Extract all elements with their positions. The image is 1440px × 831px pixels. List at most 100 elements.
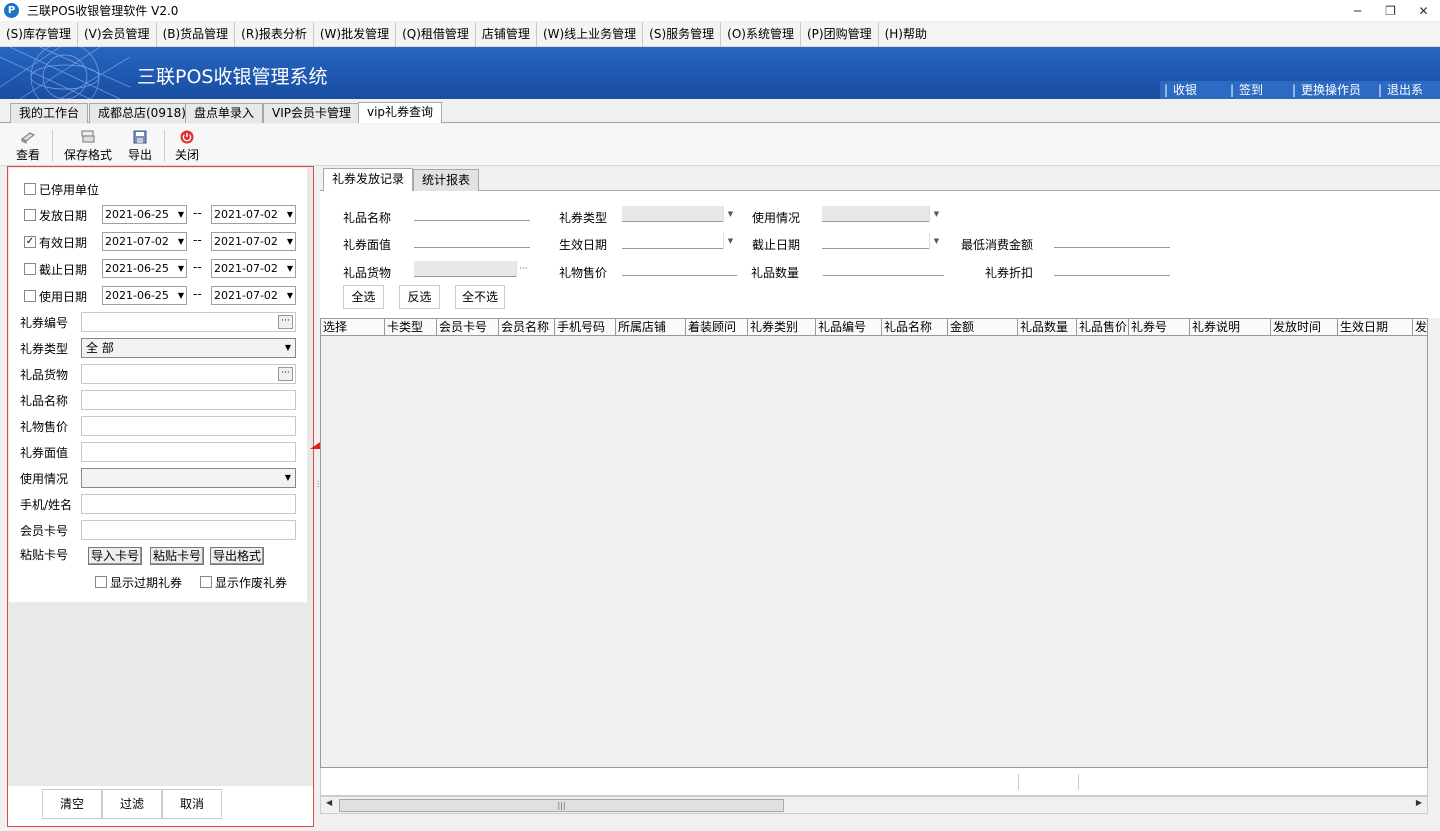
filter-gift-name-input[interactable] [414,207,530,221]
col-store[interactable]: 所属店铺 [616,319,686,335]
tab-chengdu-store[interactable]: 成都总店(0918) [89,103,195,123]
tab-statistics-report[interactable]: 统计报表 [413,169,480,191]
col-gift-qty[interactable]: 礼品数量 [1018,319,1077,335]
coupon-no-lookup-button[interactable]: ··· [278,315,293,329]
horizontal-scrollbar[interactable]: ◀ ||| ▶ [320,796,1428,814]
menu-reports[interactable]: (R)报表分析 [235,21,314,47]
col-member-name[interactable]: 会员名称 [499,319,555,335]
filter-gift-goods-lookup-button[interactable]: ··· [516,261,530,277]
menu-online[interactable]: (W)线上业务管理 [537,21,644,47]
tab-stocktake-entry[interactable]: 盘点单录入 [185,103,264,123]
coupon-no-input[interactable]: ··· [81,312,296,332]
clear-button[interactable]: 清空 [42,789,102,819]
col-card-type[interactable]: 卡类型 [385,319,437,335]
filter-coupon-value-input[interactable] [414,234,530,248]
menu-rental[interactable]: (Q)租借管理 [396,21,476,47]
show-void-checkbox[interactable] [200,576,212,588]
coupon-type-select[interactable]: 全 部 ▼ [81,338,296,358]
tab-coupon-issue-records[interactable]: 礼券发放记录 [323,168,414,191]
menu-groupbuy[interactable]: (P)团购管理 [801,21,879,47]
filter-discount-input[interactable] [1054,262,1170,276]
menu-inventory[interactable]: (S)库存管理 [0,21,78,47]
filter-coupon-type-select[interactable]: ▼ [622,206,737,222]
col-coupon-desc[interactable]: 礼券说明 [1190,319,1271,335]
close-button[interactable]: 关闭 [175,130,199,163]
expire-date-checkbox[interactable] [24,263,36,275]
disabled-units-checkbox[interactable] [24,183,36,195]
scroll-thumb[interactable]: ||| [339,799,784,812]
col-member-card-no[interactable]: 会员卡号 [437,319,499,335]
col-issue-time[interactable]: 发放时间 [1271,319,1338,335]
export-format-button[interactable]: 导出格式 [210,547,265,565]
close-window-button[interactable]: ✕ [1407,0,1440,21]
col-gift-name[interactable]: 礼品名称 [882,319,948,335]
col-stylist[interactable]: 着装顾问 [686,319,748,335]
minimize-button[interactable]: ─ [1341,0,1374,21]
menu-member[interactable]: (V)会员管理 [78,21,157,47]
menu-store[interactable]: 店铺管理 [476,21,537,47]
select-all-button[interactable]: 全选 [343,285,384,309]
col-coupon-category[interactable]: 礼券类别 [748,319,816,335]
menu-wholesale[interactable]: (W)批发管理 [314,21,397,47]
filter-usage-select[interactable]: ▼ [822,206,943,222]
col-phone[interactable]: 手机号码 [555,319,616,335]
save-format-button[interactable]: 保存格式 [64,130,112,163]
issue-date-to[interactable]: 2021-07-02 ▼ [211,205,296,224]
phone-name-input[interactable] [81,494,296,514]
valid-date-checkbox[interactable]: ✓ [24,236,36,248]
col-coupon-no[interactable]: 礼券号 [1129,319,1190,335]
valid-date-from[interactable]: 2021-07-02 ▼ [102,232,187,251]
panel-splitter[interactable]: ··· [313,480,322,500]
tab-workbench[interactable]: 我的工作台 [10,103,89,123]
cancel-button[interactable]: 取消 [162,789,222,819]
menu-system[interactable]: (O)系统管理 [721,21,801,47]
banner-link-exit[interactable]: 退出系统 [1374,81,1440,99]
gift-price-input[interactable] [81,416,296,436]
col-select[interactable]: 选择 [321,319,385,335]
banner-link-signin[interactable]: 签到 [1226,81,1288,99]
member-card-input[interactable] [81,520,296,540]
import-card-button[interactable]: 导入卡号 [88,547,143,565]
banner-link-checkout[interactable]: 收银 [1160,81,1226,99]
col-issue-more[interactable]: 发 [1413,319,1427,335]
menu-service[interactable]: (S)服务管理 [643,21,722,47]
coupon-records-grid[interactable]: 选择 卡类型 会员卡号 会员名称 手机号码 所属店铺 着装顾问 礼券类别 礼品编… [320,318,1428,768]
col-gift-price[interactable]: 礼品售价 [1077,319,1129,335]
menu-goods[interactable]: (B)货品管理 [157,21,236,47]
use-date-from[interactable]: 2021-06-25 ▼ [102,286,187,305]
show-expired-checkbox[interactable] [95,576,107,588]
filter-expire-date-select[interactable]: ▼ [822,233,943,249]
issue-date-checkbox[interactable] [24,209,36,221]
scroll-left-icon[interactable]: ◀ [326,798,332,807]
select-none-button[interactable]: 全不选 [455,285,505,309]
issue-date-from[interactable]: 2021-06-25 ▼ [102,205,187,224]
col-amount[interactable]: 金额 [948,319,1018,335]
gift-name-input[interactable] [81,390,296,410]
filter-min-spend-input[interactable] [1054,234,1170,248]
invert-selection-button[interactable]: 反选 [399,285,440,309]
filter-effective-date-select[interactable]: ▼ [622,233,737,249]
restore-button[interactable]: ❐ [1374,0,1407,21]
expire-date-from[interactable]: 2021-06-25 ▼ [102,259,187,278]
use-date-to[interactable]: 2021-07-02 ▼ [211,286,296,305]
filter-button[interactable]: 过滤 [102,789,162,819]
filter-gift-qty-input[interactable] [823,262,944,276]
col-gift-code[interactable]: 礼品编号 [816,319,882,335]
col-effective-date[interactable]: 生效日期 [1338,319,1413,335]
scroll-right-icon[interactable]: ▶ [1416,798,1422,807]
filter-gift-price-input[interactable] [622,262,737,276]
export-button[interactable]: 导出 [128,130,152,163]
filter-gift-goods-input[interactable]: ··· [414,261,530,277]
menu-help[interactable]: (H)帮助 [879,22,933,47]
usage-select[interactable]: ▼ [81,468,296,488]
coupon-value-input[interactable] [81,442,296,462]
gift-goods-input[interactable]: ··· [81,364,296,384]
expire-date-to[interactable]: 2021-07-02 ▼ [211,259,296,278]
use-date-checkbox[interactable] [24,290,36,302]
paste-card-button[interactable]: 粘贴卡号 [150,547,205,565]
view-button[interactable]: 查看 [16,130,40,163]
valid-date-to[interactable]: 2021-07-02 ▼ [211,232,296,251]
tab-vip-coupon-query[interactable]: vip礼券查询 [358,102,443,123]
banner-link-switch-operator[interactable]: 更换操作员 [1288,81,1374,99]
gift-goods-lookup-button[interactable]: ··· [278,367,293,381]
